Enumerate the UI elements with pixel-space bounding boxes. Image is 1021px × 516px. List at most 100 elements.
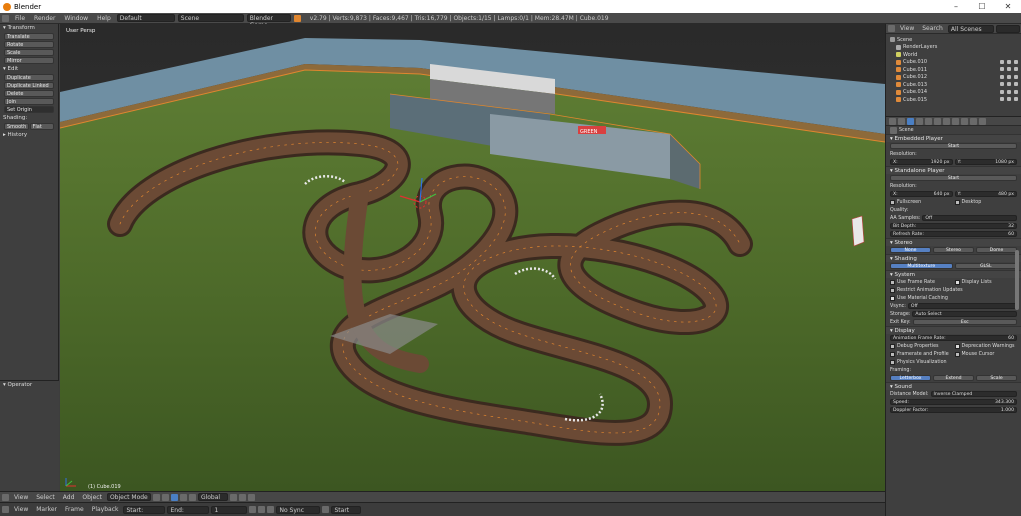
outliner-item[interactable]: World <box>886 51 1021 59</box>
display-lists-checkbox[interactable] <box>954 279 960 285</box>
desktop-checkbox[interactable] <box>954 199 960 205</box>
outliner-search-input[interactable] <box>995 24 1020 33</box>
stereo-panel-header[interactable]: ▾ Stereo <box>886 238 1021 246</box>
shading-panel-header[interactable]: ▾ Shading <box>886 254 1021 262</box>
framing-scale-button[interactable]: Scale <box>976 375 1017 381</box>
duplicate-linked-button[interactable]: Duplicate Linked <box>4 82 54 89</box>
visibility-toggle-icon[interactable] <box>1000 82 1004 86</box>
editor-type-icon[interactable] <box>2 506 9 513</box>
outliner-item[interactable]: Cube.013 <box>886 81 1021 89</box>
speed-field[interactable]: Speed: 343.300 <box>890 399 1017 405</box>
outliner-item[interactable]: Cube.015 <box>886 96 1021 104</box>
stereo-stereo-button[interactable]: Stereo <box>933 247 974 253</box>
timeline-menu-marker[interactable]: Marker <box>33 506 60 513</box>
edit-panel-header[interactable]: ▾ Edit <box>0 65 58 73</box>
menu-select[interactable]: Select <box>33 494 58 501</box>
translate-button[interactable]: Translate <box>4 33 54 40</box>
minimize-button[interactable]: – <box>943 0 969 13</box>
render-toggle-icon[interactable] <box>1014 59 1018 64</box>
use-frame-rate-checkbox[interactable] <box>890 279 895 285</box>
animation-frame-rate-field[interactable]: Animation Frame Rate: 60 <box>890 335 1017 341</box>
end-frame-field[interactable]: End: <box>167 505 210 514</box>
menu-file[interactable]: File <box>12 15 28 22</box>
material-tab-icon[interactable] <box>961 117 968 125</box>
keying-icon[interactable] <box>322 506 330 513</box>
layers-icon[interactable] <box>229 493 237 501</box>
stereo-none-button[interactable]: None <box>890 247 931 253</box>
visibility-toggle-icon[interactable] <box>1000 89 1004 94</box>
sync-dropdown[interactable]: No Sync <box>276 505 321 514</box>
debug-properties-checkbox[interactable] <box>890 343 895 349</box>
outliner-item[interactable]: RenderLayers <box>886 44 1021 52</box>
menu-help[interactable]: Help <box>94 15 114 22</box>
set-origin-dropdown[interactable]: Set Origin <box>4 106 54 113</box>
outliner-item[interactable]: Cube.011 <box>886 66 1021 74</box>
join-button[interactable]: Join <box>4 98 54 105</box>
outliner-menu-search[interactable]: Search <box>919 25 946 32</box>
menu-object[interactable]: Object <box>79 494 105 501</box>
render-preview-icon[interactable] <box>247 493 255 501</box>
mode-dropdown[interactable]: Object Mode <box>106 493 151 501</box>
timeline-menu-frame[interactable]: Frame <box>62 506 87 513</box>
mouse-cursor-checkbox[interactable] <box>954 351 960 357</box>
visibility-toggle-icon[interactable] <box>1000 97 1004 101</box>
exit-key-button[interactable]: Esc <box>912 319 1017 325</box>
menu-window[interactable]: Window <box>61 15 91 22</box>
select-toggle-icon[interactable] <box>1007 67 1011 71</box>
outliner-item[interactable]: Scene <box>886 36 1021 44</box>
deprecation-warnings-checkbox[interactable] <box>954 343 960 349</box>
select-toggle-icon[interactable] <box>1007 82 1011 86</box>
constraints-tab-icon[interactable] <box>934 117 941 125</box>
outliner-display-dropdown[interactable]: All Scenes <box>947 24 994 33</box>
select-toggle-icon[interactable] <box>1007 74 1011 79</box>
menu-view[interactable]: View <box>11 494 31 501</box>
outliner-item[interactable]: Cube.010 <box>886 59 1021 67</box>
display-panel-header[interactable]: ▾ Display <box>886 326 1021 334</box>
embedded-start-button[interactable]: Start <box>890 143 1017 149</box>
standalone-resolution-x-field[interactable]: X: 640 px <box>890 191 953 197</box>
manipulator-icon[interactable] <box>170 493 178 501</box>
select-toggle-icon[interactable] <box>1007 59 1011 64</box>
render-toggle-icon[interactable] <box>1014 82 1018 86</box>
vsync-dropdown[interactable]: Off <box>907 303 1017 309</box>
restrict-animation-checkbox[interactable] <box>890 287 895 293</box>
start-frame-field[interactable]: Start: <box>123 505 166 514</box>
doppler-factor-field[interactable]: Doppler Factor: 1.000 <box>890 407 1017 413</box>
physics-tab-icon[interactable] <box>979 117 986 125</box>
scene-tab-icon[interactable] <box>907 117 914 125</box>
glsl-button[interactable]: GLSL <box>954 263 1017 269</box>
keying-set-field[interactable]: Start <box>331 505 362 514</box>
editor-type-icon[interactable] <box>889 117 896 125</box>
storage-dropdown[interactable]: Auto Select <box>912 311 1017 317</box>
editor-type-icon[interactable] <box>2 493 9 501</box>
shading-mode-icon[interactable] <box>152 493 160 501</box>
render-toggle-icon[interactable] <box>1014 74 1018 79</box>
render-toggle-icon[interactable] <box>1014 67 1018 71</box>
timeline-menu-view[interactable]: View <box>11 506 31 513</box>
modifiers-tab-icon[interactable] <box>943 117 950 125</box>
jump-start-icon[interactable] <box>249 506 257 513</box>
render-engine-dropdown[interactable]: Blender Game <box>246 14 291 29</box>
outliner-item[interactable]: Cube.012 <box>886 74 1021 82</box>
system-panel-header[interactable]: ▾ System <box>886 270 1021 278</box>
multitexture-button[interactable]: Multitexture <box>890 263 953 269</box>
texture-tab-icon[interactable] <box>970 117 977 125</box>
visibility-toggle-icon[interactable] <box>1000 67 1004 71</box>
pivot-point-icon[interactable] <box>161 493 169 501</box>
editor-type-icon[interactable] <box>2 14 9 22</box>
maximize-button[interactable]: ☐ <box>969 0 995 13</box>
object-tab-icon[interactable] <box>925 117 932 125</box>
framerate-profile-checkbox[interactable] <box>890 351 895 357</box>
resolution-y-field[interactable]: Y: 1080 px <box>954 159 1017 165</box>
menu-render[interactable]: Render <box>31 15 58 22</box>
timeline-menu-playback[interactable]: Playback <box>89 506 122 513</box>
play-icon[interactable] <box>258 506 266 513</box>
render-toggle-icon[interactable] <box>1014 89 1018 94</box>
outliner-menu-view[interactable]: View <box>897 25 917 32</box>
aa-samples-dropdown[interactable]: Off <box>922 215 1017 221</box>
refresh-rate-field[interactable]: Refresh Rate: 60 <box>890 231 1017 237</box>
properties-scrollbar[interactable] <box>1015 250 1019 310</box>
scale-button[interactable]: Scale <box>4 49 54 56</box>
physics-visualization-checkbox[interactable] <box>890 359 895 365</box>
data-tab-icon[interactable] <box>952 117 959 125</box>
